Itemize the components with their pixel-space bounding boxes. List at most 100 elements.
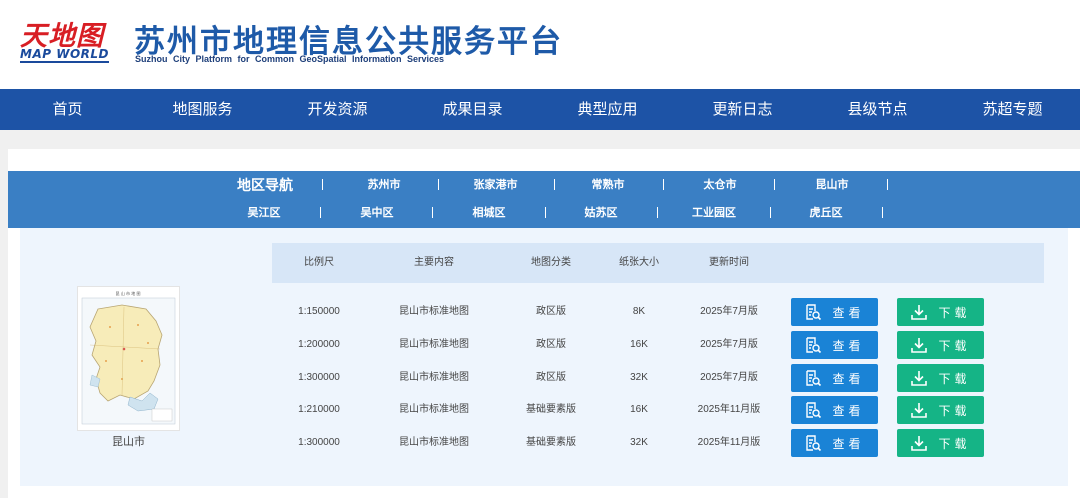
region-link-xiangcheng[interactable]: 相城区 [459,199,519,227]
cell-updated: 2025年7月版 [700,372,758,383]
cell-paper-size: 16K [630,404,648,415]
view-button-label: 查看 [832,305,865,320]
region-nav-title: 地区导航 [237,177,293,193]
download-icon [910,336,928,354]
table-row: 1:300000 昆山市标准地图 基础要素版 32K 2025年11月版 查看 … [272,427,1044,459]
region-link-taicang[interactable]: 太仓市 [690,171,750,199]
separator [882,207,883,218]
region-link-wujiang[interactable]: 吴江区 [234,199,294,227]
map-listing: 昆 山 市 地 图 昆山市 比例尺 主要内容 地图分类 纸张大小 更新时间 1:… [20,228,1068,486]
region-link-zhangjiagang[interactable]: 张家港市 [463,171,528,199]
cell-updated: 2025年7月版 [700,339,758,350]
separator [554,179,555,190]
region-navigation: 地区导航 苏州市 张家港市 常熟市 太仓市 昆山市 吴江区 吴中区 相城区 姑苏… [8,171,1080,228]
column-header-content: 主要内容 [414,257,454,268]
nav-item-home[interactable]: 首页 [0,89,135,130]
region-link-suzhou[interactable]: 苏州市 [354,171,414,199]
search-document-icon [804,434,822,452]
region-row-1: 地区导航 苏州市 张家港市 常熟市 太仓市 昆山市 [8,171,1080,199]
cell-updated: 2025年11月版 [697,437,761,448]
download-button[interactable]: 下载 [897,396,984,424]
map-thumbnail[interactable]: 昆 山 市 地 图 [77,286,180,431]
region-link-changshu[interactable]: 常熟市 [578,171,638,199]
separator [438,179,439,190]
cell-scale: 1:210000 [298,404,340,415]
cell-paper-size: 32K [630,437,648,448]
download-button-label: 下载 [938,436,971,451]
view-button-label: 查看 [832,371,865,386]
view-button[interactable]: 查看 [791,298,878,326]
view-button-label: 查看 [832,338,865,353]
cell-content: 昆山市标准地图 [399,339,469,350]
region-row-2: 吴江区 吴中区 相城区 姑苏区 工业园区 虎丘区 [8,199,1080,227]
column-header-updated: 更新时间 [709,257,749,268]
cell-category: 政区版 [536,372,566,383]
region-link-gusu[interactable]: 姑苏区 [571,199,631,227]
content-panel: 地区导航 苏州市 张家港市 常熟市 太仓市 昆山市 吴江区 吴中区 相城区 姑苏… [8,149,1080,498]
download-icon [910,434,928,452]
nav-item-county-nodes[interactable]: 县级节点 [810,89,945,130]
column-header-paper-size: 纸张大小 [619,257,659,268]
map-thumbnail-heading: 昆 山 市 地 图 [115,290,140,296]
cell-content: 昆山市标准地图 [399,372,469,383]
cell-category: 基础要素版 [526,404,576,415]
separator [663,179,664,190]
search-document-icon [804,369,822,387]
cell-paper-size: 32K [630,372,648,383]
nav-item-dev-resources[interactable]: 开发资源 [270,89,405,130]
cell-category: 基础要素版 [526,437,576,448]
cell-updated: 2025年11月版 [697,404,761,415]
download-button[interactable]: 下载 [897,298,984,326]
search-document-icon [804,401,822,419]
column-header-category: 地图分类 [531,257,571,268]
separator [774,179,775,190]
cell-content: 昆山市标准地图 [399,306,469,317]
table-row: 1:200000 昆山市标准地图 政区版 16K 2025年7月版 查看 下载 [272,329,1044,361]
download-icon [910,369,928,387]
view-button[interactable]: 查看 [791,331,878,359]
search-document-icon [804,336,822,354]
site-header: 天地图 MAP WORLD 苏州市地理信息公共服务平台 Suzhou City … [0,0,1080,89]
download-button-label: 下载 [938,403,971,418]
separator [887,179,888,190]
download-button[interactable]: 下载 [897,364,984,392]
download-button-label: 下载 [938,371,971,386]
tianditu-logo[interactable]: 天地图 MAP WORLD [18,14,114,68]
nav-item-catalog[interactable]: 成果目录 [405,89,540,130]
view-button[interactable]: 查看 [791,429,878,457]
download-button-label: 下载 [938,338,971,353]
view-button-label: 查看 [832,403,865,418]
cell-category: 政区版 [536,339,566,350]
table-row: 1:210000 昆山市标准地图 基础要素版 16K 2025年11月版 查看 … [272,394,1044,426]
map-thumbnail-label: 昆山市 [112,436,145,448]
cell-updated: 2025年7月版 [700,306,758,317]
search-document-icon [804,303,822,321]
download-button[interactable]: 下载 [897,331,984,359]
separator [320,207,321,218]
separator [545,207,546,218]
download-icon [910,401,928,419]
separator [322,179,323,190]
cell-paper-size: 8K [632,306,646,317]
region-link-industrial-park[interactable]: 工业园区 [680,199,748,227]
nav-item-suchao[interactable]: 苏超专题 [945,89,1080,130]
download-button[interactable]: 下载 [897,429,984,457]
view-button[interactable]: 查看 [791,364,878,392]
site-subtitle: Suzhou City Platform for Common GeoSpati… [135,54,445,64]
table-row: 1:300000 昆山市标准地图 政区版 32K 2025年7月版 查看 下载 [272,362,1044,394]
table-header: 比例尺 主要内容 地图分类 纸张大小 更新时间 [272,243,1044,283]
nav-item-applications[interactable]: 典型应用 [540,89,675,130]
cell-category: 政区版 [536,306,566,317]
cell-scale: 1:150000 [298,306,340,317]
cell-scale: 1:200000 [298,339,340,350]
region-link-kunshan[interactable]: 昆山市 [802,171,862,199]
separator [770,207,771,218]
region-link-wuzhong[interactable]: 吴中区 [347,199,407,227]
cell-content: 昆山市标准地图 [399,404,469,415]
nav-item-changelog[interactable]: 更新日志 [675,89,810,130]
view-button[interactable]: 查看 [791,396,878,424]
region-link-huqiu[interactable]: 虎丘区 [796,199,856,227]
nav-item-map-services[interactable]: 地图服务 [135,89,270,130]
separator [432,207,433,218]
cell-paper-size: 16K [630,339,648,350]
